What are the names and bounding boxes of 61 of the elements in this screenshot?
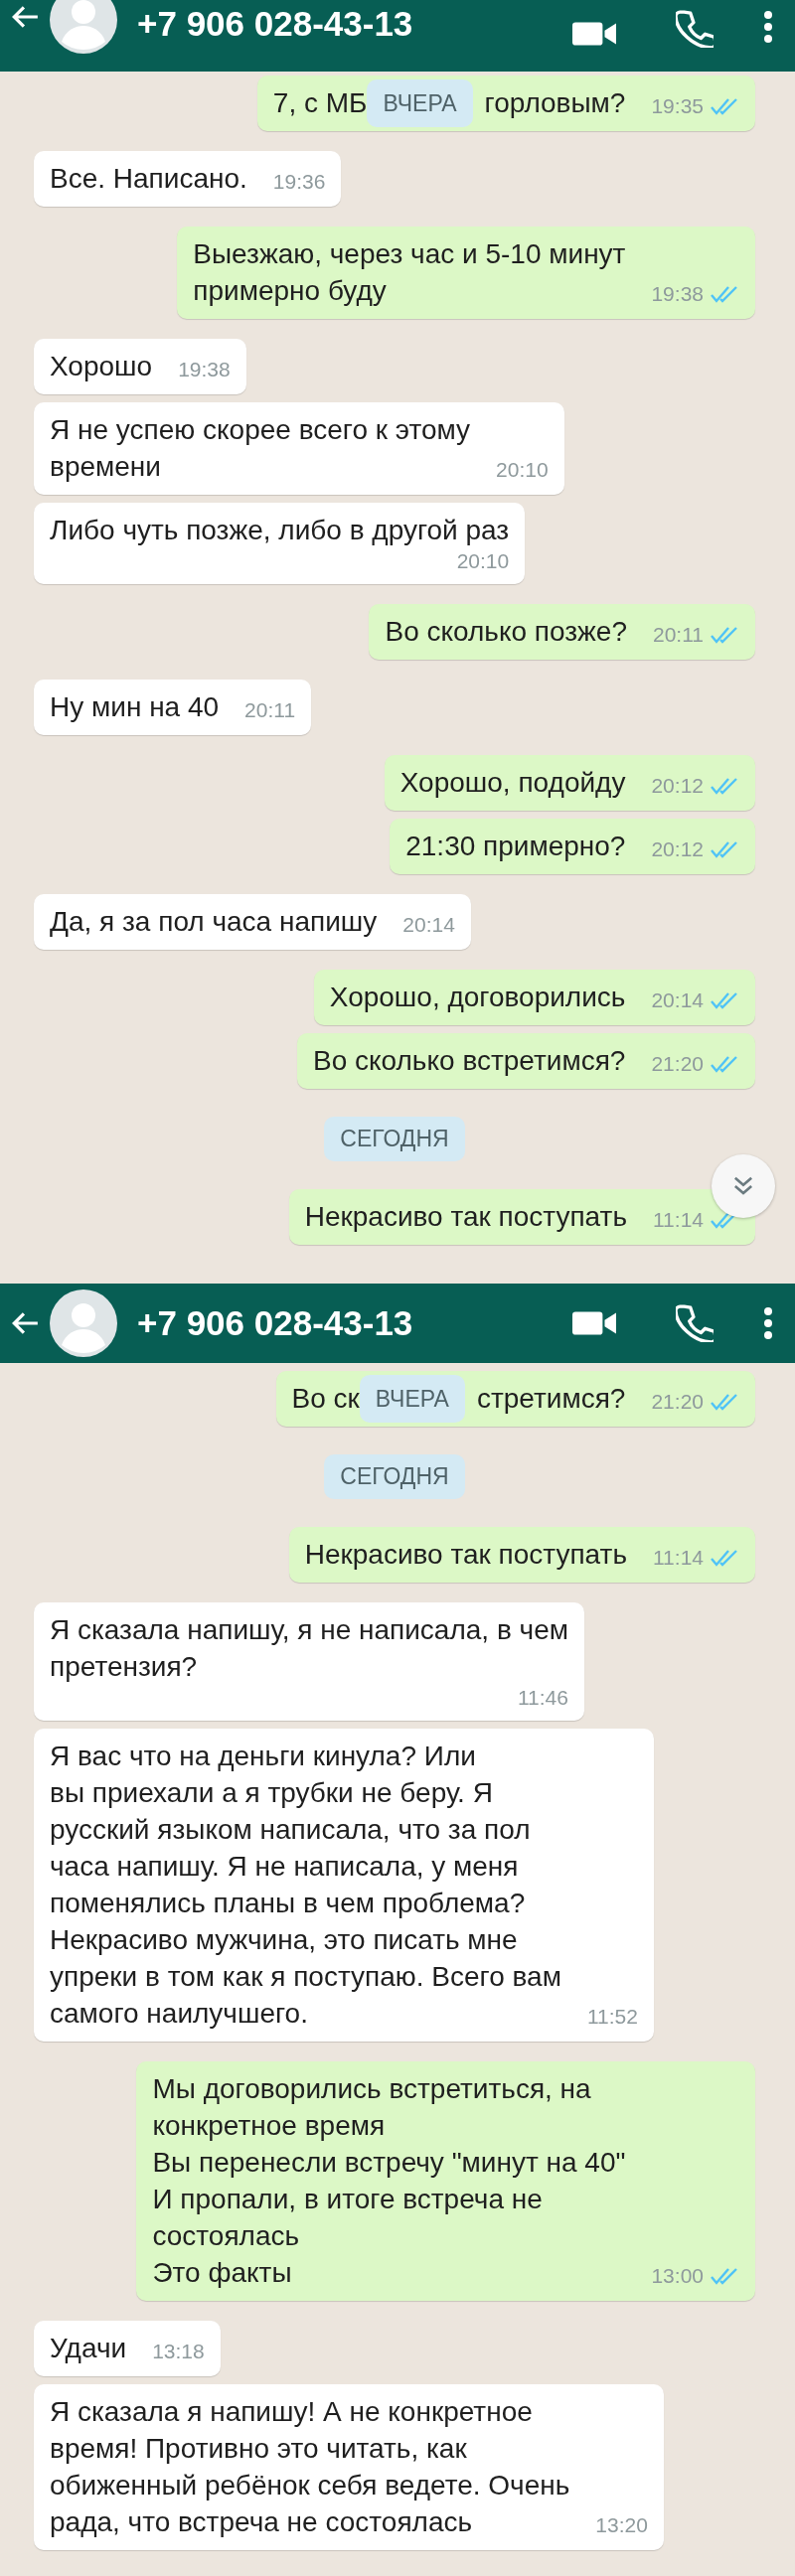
message-text: Удачи bbox=[50, 2332, 127, 2365]
message-time: 20:12 bbox=[651, 773, 704, 799]
back-icon[interactable] bbox=[10, 4, 40, 30]
contact-title[interactable]: +7 906 028-43-13 bbox=[137, 4, 572, 44]
message-text: Мы договорились встретиться, на конкретное время Вы перенесли встречу "минут на 40" И пропали, в итоге встреча не состоялась Это факты bbox=[152, 2072, 626, 2290]
message-time: 21:20 bbox=[651, 1389, 704, 1415]
message-time: 11:46 bbox=[518, 1685, 568, 1711]
message-text: 7, с МБ bbox=[272, 86, 368, 120]
message-text: Я вас что на деньги кинула? Или вы приехали а я трубки не беру. Я русский языком написала, что за пол часа напишу. Я не написала, у меня поменялись планы в чем проблема? Некрасиво мужчина, это писать мне упреки в том как я поступаю. Всего вам самого наилучшего. bbox=[50, 1740, 561, 2031]
avatar-icon[interactable] bbox=[50, 1289, 117, 1357]
message-time: 13:00 bbox=[651, 2263, 704, 2289]
message-text: Я не успею скорее всего к этому времени bbox=[50, 413, 471, 484]
date-label: ВЧЕРА bbox=[359, 1374, 465, 1423]
date-label: СЕГОДНЯ bbox=[324, 1117, 465, 1161]
message-time: 20:12 bbox=[651, 836, 704, 862]
message-time: 20:10 bbox=[496, 457, 549, 483]
message-text: Да, я за пол часа напишу bbox=[50, 905, 378, 939]
message-text: стретимся? bbox=[476, 1382, 626, 1416]
message-text: Во ск bbox=[291, 1382, 360, 1416]
date-label: ВЧЕРА bbox=[367, 78, 473, 127]
date-label: СЕГОДНЯ bbox=[324, 1454, 465, 1499]
message-time: 19:38 bbox=[178, 357, 231, 382]
message-time: 11:52 bbox=[586, 2004, 638, 2030]
phone-icon[interactable] bbox=[676, 1304, 714, 1342]
scroll-down-button[interactable] bbox=[712, 1154, 775, 1218]
message-time: 21:20 bbox=[651, 1051, 704, 1077]
message-text: Либо чуть позже, либо в другой раз bbox=[50, 514, 510, 547]
contact-title[interactable]: +7 906 028-43-13 bbox=[137, 1303, 572, 1343]
phone-icon[interactable] bbox=[676, 10, 714, 48]
message-time: 13:18 bbox=[152, 2339, 205, 2364]
message-text: горловым? bbox=[484, 86, 626, 120]
message-text: Ну мин на 40 bbox=[50, 690, 220, 724]
message-time: 20:14 bbox=[651, 987, 704, 1013]
message-text: 21:30 примерно? bbox=[405, 830, 626, 863]
message-text: Некрасиво так поступать bbox=[304, 1538, 627, 1572]
video-call-icon[interactable] bbox=[572, 20, 616, 48]
video-call-icon[interactable] bbox=[572, 1309, 616, 1337]
message-text: Я сказала я напишу! А не конкретное время! Противно это читать, как обиженный ребёнок себя ведете. Очень рада, что встреча не состоялась bbox=[50, 2395, 570, 2539]
message-time: 20:14 bbox=[402, 912, 455, 938]
message-text: Выезжаю, через час и 5-10 минут примерно буду bbox=[193, 237, 626, 308]
message-time: 19:35 bbox=[651, 93, 704, 119]
message-text: Хорошо, договорились bbox=[329, 981, 626, 1014]
message-time: 11:14 bbox=[653, 1545, 704, 1571]
message-time: 20:11 bbox=[653, 622, 704, 648]
message-text: Во сколько встретимся? bbox=[313, 1044, 626, 1078]
message-text: Хорошо bbox=[50, 350, 153, 383]
message-text: Все. Написано. bbox=[50, 162, 247, 196]
menu-icon[interactable] bbox=[763, 1306, 773, 1340]
message-time: 13:20 bbox=[595, 2512, 648, 2538]
message-time: 20:10 bbox=[456, 548, 510, 574]
message-text: Я сказала напишу, я не написала, в чем претензия? bbox=[50, 1613, 568, 1684]
message-time: 19:38 bbox=[651, 281, 704, 307]
message-time: 11:14 bbox=[653, 1207, 704, 1233]
back-icon[interactable] bbox=[10, 1310, 40, 1336]
message-text: Во сколько позже? bbox=[385, 615, 627, 649]
message-time: 20:11 bbox=[244, 697, 296, 723]
message-text: Хорошо, подойду bbox=[399, 766, 626, 800]
message-time: 19:36 bbox=[272, 169, 326, 195]
avatar-icon[interactable] bbox=[50, 0, 117, 54]
menu-icon[interactable] bbox=[763, 10, 773, 44]
message-text: Некрасиво так поступать bbox=[304, 1200, 627, 1234]
